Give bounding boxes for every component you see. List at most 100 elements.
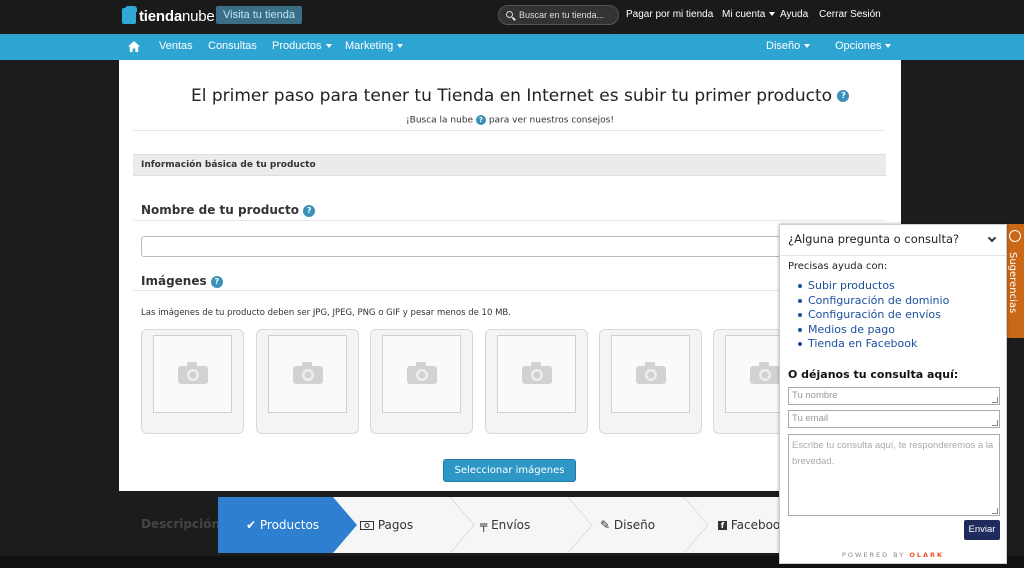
camera-icon bbox=[636, 362, 666, 384]
feedback-icon bbox=[1009, 230, 1021, 242]
product-name-label-text: Nombre de tu producto bbox=[141, 203, 299, 217]
nav-item-opciones[interactable]: Opciones bbox=[835, 40, 892, 52]
check-icon: ✔ bbox=[246, 518, 257, 532]
main-nav: Ventas Consultas Productos Marketing Dis… bbox=[0, 34, 1024, 60]
chat-message-input[interactable]: Escribe tu consulta aquí, te responderem… bbox=[788, 434, 1000, 516]
pencil-icon: ✎ bbox=[600, 518, 611, 532]
nav-item-diseno[interactable]: Diseño bbox=[766, 40, 811, 52]
home-icon[interactable] bbox=[128, 41, 140, 52]
chat-link[interactable]: Configuración de dominio bbox=[798, 294, 949, 309]
chat-name-input[interactable]: Tu nombre bbox=[788, 387, 1000, 405]
divider bbox=[133, 220, 885, 221]
step-pagos[interactable]: Pagos bbox=[360, 497, 413, 553]
caret-down-icon bbox=[885, 44, 892, 49]
step-productos[interactable]: ✔ Productos bbox=[246, 497, 319, 553]
select-images-button[interactable]: Seleccionar imágenes bbox=[443, 459, 576, 482]
chat-need-help: Precisas ayuda con: bbox=[788, 261, 888, 272]
caret-down-icon bbox=[397, 44, 404, 49]
image-slot[interactable] bbox=[599, 329, 702, 434]
tips-subtitle: ¡Busca la nube ? para ver nuestros conse… bbox=[119, 115, 901, 126]
camera-icon bbox=[407, 362, 437, 384]
chat-link[interactable]: Subir productos bbox=[798, 279, 949, 294]
resize-grip-icon[interactable] bbox=[992, 397, 998, 403]
logo[interactable]: tiendanube bbox=[122, 6, 215, 26]
product-name-input[interactable] bbox=[141, 236, 881, 257]
cloud-help-icon[interactable]: ? bbox=[837, 90, 850, 102]
product-name-label: Nombre de tu producto ? bbox=[141, 203, 316, 217]
nav-item-opciones-label: Opciones bbox=[835, 40, 882, 52]
divider bbox=[133, 130, 885, 131]
image-slot[interactable] bbox=[370, 329, 473, 434]
search-icon bbox=[506, 11, 513, 18]
images-note: Las imágenes de tu producto deben ser JP… bbox=[141, 308, 511, 318]
logout-link[interactable]: Cerrar Sesión bbox=[819, 9, 881, 20]
chat-link[interactable]: Tienda en Facebook bbox=[798, 337, 949, 352]
top-bar: tiendanube Visita tu tienda Buscar en tu… bbox=[0, 0, 1024, 32]
nav-item-diseno-label: Diseño bbox=[766, 40, 801, 52]
shopping-bag-icon bbox=[122, 6, 137, 24]
chat-link[interactable]: Medios de pago bbox=[798, 323, 949, 338]
step-pagos-label: Pagos bbox=[377, 518, 414, 532]
tips-subtitle-after: para ver nuestros consejos! bbox=[488, 115, 614, 126]
nav-item-ventas[interactable]: Ventas bbox=[159, 40, 193, 52]
description-label: Descripción bbox=[141, 517, 220, 531]
images-label: Imágenes ? bbox=[141, 274, 223, 288]
account-menu[interactable]: Mi cuenta bbox=[722, 9, 776, 20]
money-icon bbox=[360, 521, 374, 530]
chat-email-input[interactable]: Tu email bbox=[788, 410, 1000, 428]
cloud-help-icon[interactable]: ? bbox=[303, 204, 316, 217]
powered-by-brand: OLARK bbox=[909, 551, 945, 559]
nav-item-productos[interactable]: Productos bbox=[272, 40, 332, 52]
image-slot[interactable] bbox=[485, 329, 588, 434]
powered-by[interactable]: POWERED BY OLARK bbox=[780, 551, 1006, 559]
onboarding-steps: ✔ Productos Pagos ╤ Envíos ✎ Diseño f Fa… bbox=[218, 497, 798, 553]
page-title-text: El primer paso para tener tu Tienda en I… bbox=[191, 86, 833, 106]
step-productos-label: Productos bbox=[259, 518, 320, 532]
step-diseno-label: Diseño bbox=[613, 518, 656, 532]
logo-text-bold: tienda bbox=[139, 7, 182, 25]
nav-item-consultas[interactable]: Consultas bbox=[208, 40, 257, 52]
resize-grip-icon[interactable] bbox=[992, 420, 998, 426]
camera-icon bbox=[522, 362, 552, 384]
caret-down-icon bbox=[769, 12, 776, 17]
page-title: El primer paso para tener tu Tienda en I… bbox=[191, 86, 850, 106]
camera-icon bbox=[750, 362, 780, 384]
chat-name-placeholder: Tu nombre bbox=[792, 390, 838, 401]
feedback-tab[interactable]: Sugerencias bbox=[1006, 224, 1024, 338]
chat-leave-message: O déjanos tu consulta aquí: bbox=[788, 368, 959, 381]
powered-by-text: POWERED BY bbox=[841, 551, 906, 559]
chat-link[interactable]: Configuración de envíos bbox=[798, 308, 949, 323]
chat-title[interactable]: ¿Alguna pregunta o consulta? bbox=[788, 232, 959, 246]
divider bbox=[133, 290, 885, 291]
pay-store-link[interactable]: Pagar por mi tienda bbox=[626, 9, 713, 20]
search-input[interactable]: Buscar en tu tienda... bbox=[498, 5, 619, 25]
camera-icon bbox=[293, 362, 323, 384]
help-link[interactable]: Ayuda bbox=[780, 9, 808, 20]
image-slot[interactable] bbox=[141, 329, 244, 434]
cloud-help-icon[interactable]: ? bbox=[475, 115, 486, 125]
camera-icon bbox=[178, 362, 208, 384]
resize-grip-icon[interactable] bbox=[992, 508, 998, 514]
step-envios-label: Envíos bbox=[491, 518, 531, 532]
caret-down-icon bbox=[325, 44, 332, 49]
facebook-icon: f bbox=[718, 521, 727, 530]
account-label: Mi cuenta bbox=[722, 9, 766, 20]
tips-subtitle-before: ¡Busca la nube bbox=[406, 115, 474, 126]
divider bbox=[780, 255, 1006, 256]
chevron-down-icon[interactable] bbox=[987, 233, 997, 243]
feedback-tab-label: Sugerencias bbox=[1007, 252, 1018, 314]
chat-help-links: Subir productos Configuración de dominio… bbox=[798, 279, 949, 352]
chat-widget: ¿Alguna pregunta o consulta? Precisas ay… bbox=[779, 224, 1007, 564]
visit-store-button[interactable]: Visita tu tienda bbox=[216, 6, 302, 24]
cloud-help-icon[interactable]: ? bbox=[210, 275, 223, 288]
chat-email-placeholder: Tu email bbox=[792, 413, 829, 424]
step-diseno[interactable]: ✎ Diseño bbox=[600, 497, 655, 553]
images-label-text: Imágenes bbox=[141, 274, 207, 288]
step-facebook[interactable]: f Facebook bbox=[718, 497, 787, 553]
nav-item-productos-label: Productos bbox=[272, 40, 322, 52]
step-envios[interactable]: ╤ Envíos bbox=[480, 497, 530, 553]
chat-send-button[interactable]: Enviar bbox=[964, 520, 1000, 540]
caret-down-icon bbox=[804, 44, 811, 49]
image-slot[interactable] bbox=[256, 329, 359, 434]
nav-item-marketing[interactable]: Marketing bbox=[345, 40, 404, 52]
